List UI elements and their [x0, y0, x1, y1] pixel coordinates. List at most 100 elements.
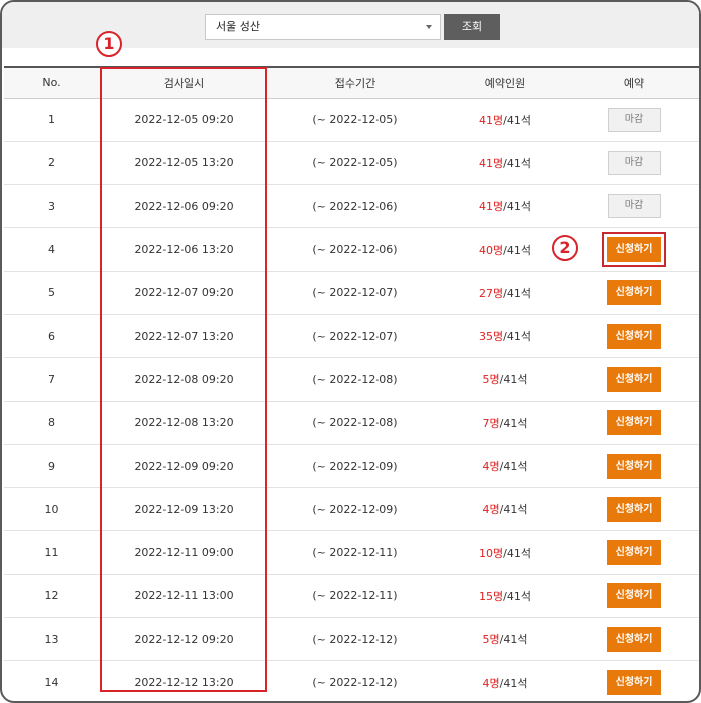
- apply-button[interactable]: 신청하기: [607, 280, 661, 306]
- seat-capacity: /41석: [503, 200, 531, 214]
- table-row: 1 2022-12-05 09:20 (~ 2022-12-05) 41명/41석 마감: [4, 98, 699, 142]
- cell-no: 10: [4, 487, 99, 532]
- seat-capacity: /41석: [499, 373, 528, 387]
- table-header-row: No. 검사일시 접수기간 예약인원 예약: [4, 66, 699, 99]
- cell-no: 1: [4, 98, 99, 142]
- cell-period: (~ 2022-12-06): [269, 184, 441, 229]
- annotation-marker-1: 1: [96, 31, 122, 57]
- seat-capacity: /41석: [499, 503, 528, 517]
- location-select[interactable]: 서울 성산: [205, 14, 441, 40]
- cell-datetime: 2022-12-12 09:20: [99, 617, 269, 662]
- cell-no: 5: [4, 271, 99, 315]
- cell-reservations: 27명/41석: [441, 271, 569, 315]
- cell-period: (~ 2022-12-08): [269, 357, 441, 402]
- cell-no: 14: [4, 660, 99, 701]
- booked-count: 4명: [482, 676, 500, 690]
- cell-action: 신청하기: [569, 227, 699, 272]
- seat-capacity: /41석: [503, 330, 531, 344]
- table-row: 9 2022-12-09 09:20 (~ 2022-12-09) 4명/41석 신청하…: [4, 444, 699, 489]
- apply-button[interactable]: 신청하기: [607, 410, 661, 436]
- apply-button[interactable]: 신청하기: [607, 540, 661, 566]
- cell-datetime: 2022-12-09 13:20: [99, 487, 269, 532]
- cell-reservations: 7명/41석: [441, 401, 569, 445]
- booked-count: 10명: [479, 546, 504, 560]
- apply-button[interactable]: 신청하기: [607, 626, 661, 652]
- apply-button[interactable]: 신청하기: [607, 583, 661, 609]
- cell-reservations: 4명/41석: [441, 660, 569, 701]
- cell-reservations: 4명/41석: [441, 487, 569, 532]
- table-row: 5 2022-12-07 09:20 (~ 2022-12-07) 27명/41석 신청…: [4, 271, 699, 315]
- search-button[interactable]: 조회: [444, 14, 500, 40]
- cell-action: 마감: [569, 141, 699, 186]
- seat-capacity: /41석: [503, 546, 531, 560]
- cell-action: 신청하기: [569, 401, 699, 445]
- cell-no: 2: [4, 141, 99, 186]
- cell-period: (~ 2022-12-08): [269, 401, 441, 445]
- cell-no: 9: [4, 444, 99, 489]
- seat-capacity: /41석: [503, 589, 531, 603]
- cell-datetime: 2022-12-06 13:20: [99, 227, 269, 272]
- cell-period: (~ 2022-12-06): [269, 227, 441, 272]
- schedule-table: No. 검사일시 접수기간 예약인원 예약 1 2022-12-05 09:20(…: [4, 66, 699, 701]
- cell-no: 3: [4, 184, 99, 229]
- booked-count: 5명: [482, 373, 500, 387]
- cell-period: (~ 2022-12-12): [269, 660, 441, 701]
- table-row: 11 2022-12-11 09:00 (~ 2022-12-11) 10명/41석 신…: [4, 530, 699, 575]
- cell-action: 신청하기: [569, 444, 699, 489]
- annotation-marker-2: 2: [552, 235, 578, 261]
- seat-capacity: /41석: [499, 460, 528, 474]
- cell-reservations: 5명/41석: [441, 617, 569, 662]
- cell-action: 신청하기: [569, 314, 699, 359]
- cell-datetime: 2022-12-06 09:20: [99, 184, 269, 229]
- cell-action: 신청하기: [569, 487, 699, 532]
- cell-period: (~ 2022-12-07): [269, 314, 441, 359]
- highlight-box-apply-button: 신청하기: [602, 232, 666, 268]
- apply-button[interactable]: 신청하기: [607, 237, 661, 263]
- cell-reservations: 41명/41석: [441, 141, 569, 186]
- table-row: 4 2022-12-06 13:20 (~ 2022-12-06) 40명/41석 신청…: [4, 227, 699, 272]
- apply-button[interactable]: 신청하기: [607, 323, 661, 349]
- booked-count: 41명: [479, 156, 504, 170]
- cell-no: 4: [4, 227, 99, 272]
- header-no: No.: [4, 66, 99, 99]
- cell-reservations: 10명/41석: [441, 530, 569, 575]
- cell-datetime: 2022-12-12 13:20: [99, 660, 269, 701]
- annotation-marker-1-label: 1: [103, 34, 115, 53]
- cell-no: 12: [4, 574, 99, 619]
- location-select-value: 서울 성산: [216, 20, 260, 33]
- seat-capacity: /41석: [499, 633, 528, 647]
- cell-reservations: 5명/41석: [441, 357, 569, 402]
- table-row: 14 2022-12-12 13:20 (~ 2022-12-12) 4명/41석 신청…: [4, 660, 699, 701]
- booked-count: 7명: [482, 416, 500, 430]
- cell-period: (~ 2022-12-11): [269, 574, 441, 619]
- cell-action: 신청하기: [569, 357, 699, 402]
- table-row: 7 2022-12-08 09:20 (~ 2022-12-08) 5명/41석 신청하…: [4, 357, 699, 402]
- seat-capacity: /41석: [503, 156, 531, 170]
- cell-period: (~ 2022-12-09): [269, 444, 441, 489]
- header-datetime: 검사일시: [99, 66, 269, 99]
- apply-button[interactable]: 신청하기: [607, 670, 661, 695]
- cell-datetime: 2022-12-05 13:20: [99, 141, 269, 186]
- cell-no: 13: [4, 617, 99, 662]
- apply-button[interactable]: 신청하기: [607, 366, 661, 392]
- cell-no: 8: [4, 401, 99, 445]
- cell-datetime: 2022-12-11 13:00: [99, 574, 269, 619]
- booked-count: 35명: [479, 330, 504, 344]
- table-row: 10 2022-12-09 13:20 (~ 2022-12-09) 4명/41석 신청…: [4, 487, 699, 532]
- apply-button[interactable]: 신청하기: [607, 453, 661, 479]
- seat-capacity: /41석: [503, 243, 531, 257]
- apply-button[interactable]: 신청하기: [607, 496, 661, 522]
- booked-count: 5명: [482, 633, 500, 647]
- cell-reservations: 15명/41석: [441, 574, 569, 619]
- closed-button: 마감: [607, 107, 661, 132]
- cell-datetime: 2022-12-09 09:20: [99, 444, 269, 489]
- cell-period: (~ 2022-12-07): [269, 271, 441, 315]
- table-row: 3 2022-12-06 09:20 (~ 2022-12-06) 41명/41석 마감: [4, 184, 699, 229]
- cell-no: 7: [4, 357, 99, 402]
- cell-period: (~ 2022-12-12): [269, 617, 441, 662]
- booked-count: 41명: [479, 113, 504, 127]
- cell-action: 신청하기: [569, 617, 699, 662]
- booked-count: 40명: [479, 243, 504, 257]
- cell-reservations: 40명/41석: [441, 227, 569, 272]
- seat-capacity: /41석: [499, 676, 528, 690]
